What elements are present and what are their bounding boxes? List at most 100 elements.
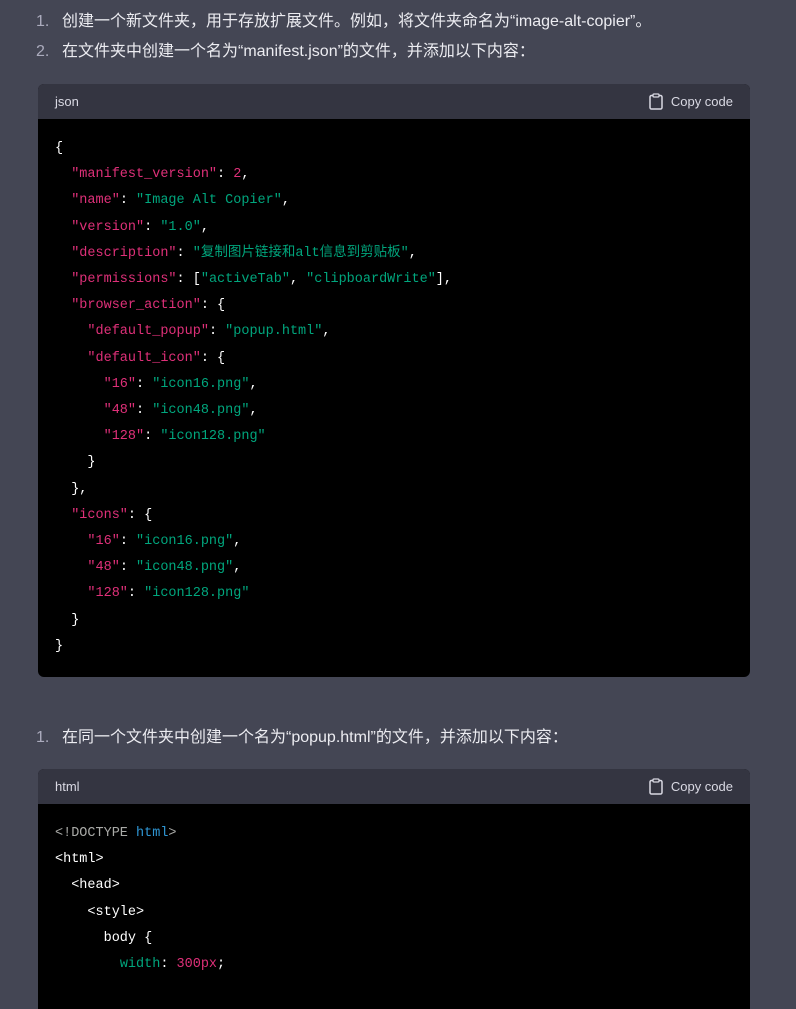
code-token: "default_icon" (87, 350, 201, 366)
code-token: } (55, 612, 80, 628)
code-line: { (55, 136, 733, 162)
clipboard-icon (649, 93, 663, 110)
code-block-html: html Copy code <!DOCTYPE html> <html> <he… (38, 769, 750, 1009)
code-content: <!DOCTYPE html> <html> <head> <style> bod… (38, 804, 750, 978)
code-token: : (160, 957, 177, 973)
code-token: : (119, 193, 137, 209)
list-item: 1. 创建一个新文件夹，用于存放扩展文件。例如，将文件夹命名为“image-alt… (36, 7, 651, 31)
code-line: "16": "icon16.png", (55, 529, 733, 555)
copy-code-button[interactable]: Copy code (649, 778, 733, 795)
code-line: }, (55, 477, 733, 503)
code-line: "16": "icon16.png", (55, 372, 733, 398)
code-line: <style> (55, 900, 733, 926)
code-line: width: 300px; (55, 952, 733, 978)
code-line: "48": "icon48.png", (55, 398, 733, 424)
code-line: "permissions": ["activeTab", "clipboardW… (55, 267, 733, 293)
code-token: : (119, 560, 137, 576)
code-line: <head> (55, 873, 733, 899)
copy-code-label: Copy code (670, 94, 733, 109)
code-token: <head> (55, 878, 120, 894)
code-line: "description": "复制图片链接和alt信息到剪贴板", (55, 241, 733, 267)
code-token: "name" (71, 193, 120, 209)
code-line: } (55, 634, 733, 660)
list-text: 在文件夹中创建一个名为“manifest.json”的文件，并添加以下内容： (62, 43, 535, 60)
code-token: "default_popup" (87, 324, 209, 340)
code-token: "48" (103, 403, 137, 419)
code-token: "icons" (71, 507, 128, 523)
code-token: } (55, 455, 96, 471)
code-block-json: json Copy code { "manifest_version": 2, … (38, 84, 750, 677)
code-token: "icon48.png" (136, 560, 234, 576)
list-number: 1. (36, 729, 50, 746)
code-token: "popup.html" (225, 324, 323, 340)
code-token: "48" (87, 560, 120, 576)
list-number: 1. (36, 13, 50, 30)
code-language: json (55, 94, 79, 109)
code-token: : (136, 403, 153, 419)
code-token: "16" (103, 376, 137, 392)
code-token: , (233, 560, 242, 576)
code-token: : (127, 586, 145, 602)
code-token: ; (217, 957, 226, 973)
code-token: body { (55, 930, 153, 946)
code-token: , (241, 167, 250, 183)
list-number: 2. (36, 43, 50, 60)
code-line: "48": "icon48.png", (55, 555, 733, 581)
code-token: "manifest_version" (71, 167, 218, 183)
code-token: ], (435, 272, 452, 288)
code-line: } (55, 450, 733, 476)
code-line: <html> (55, 847, 733, 873)
code-token: "icon16.png" (136, 534, 234, 550)
code-language: html (55, 779, 80, 794)
list-item: 1. 在同一个文件夹中创建一个名为“popup.html”的文件，并添加以下内容： (36, 723, 568, 747)
code-token: : { (200, 298, 226, 314)
code-token: "icon128.png" (144, 586, 250, 602)
list-text: 创建一个新文件夹，用于存放扩展文件。例如，将文件夹命名为“image-alt-c… (62, 13, 652, 30)
code-token: , (408, 245, 417, 261)
code-token: "clipboardWrite" (306, 272, 436, 288)
copy-code-button[interactable]: Copy code (649, 93, 733, 110)
list-text: 在同一个文件夹中创建一个名为“popup.html”的文件，并添加以下内容： (62, 729, 568, 746)
code-token: "icon16.png" (152, 376, 250, 392)
code-line: } (55, 608, 733, 634)
code-token: "Image Alt Copier" (136, 193, 282, 209)
clipboard-icon (649, 778, 663, 795)
code-token: : (119, 534, 137, 550)
code-token: "description" (71, 245, 177, 261)
code-token: : (217, 167, 234, 183)
code-line: "default_popup": "popup.html", (55, 319, 733, 345)
code-token: , (289, 272, 307, 288)
code-token: , (200, 219, 209, 235)
code-line: "name": "Image Alt Copier", (55, 188, 733, 214)
code-token: "1.0" (160, 219, 201, 235)
code-token: width (119, 957, 161, 973)
code-token: > (168, 826, 177, 841)
code-line: "128": "icon128.png" (55, 424, 733, 450)
code-token: "128" (103, 429, 145, 445)
code-token: : { (127, 507, 153, 523)
code-token: <html> (55, 852, 104, 868)
code-line: body { (55, 926, 733, 952)
code-content: { "manifest_version": 2, "name": "Image … (38, 119, 750, 660)
code-token: <!DOCTYPE (55, 826, 137, 841)
code-token: "icon128.png" (160, 429, 266, 445)
code-token: 300px (176, 957, 218, 973)
code-token: : [ (176, 272, 201, 288)
code-line: "128": "icon128.png" (55, 581, 733, 607)
code-token: , (233, 534, 242, 550)
code-line: "manifest_version": 2, (55, 162, 733, 188)
code-token: }, (55, 481, 88, 497)
copy-code-label: Copy code (670, 779, 733, 794)
code-line: "icons": { (55, 503, 733, 529)
